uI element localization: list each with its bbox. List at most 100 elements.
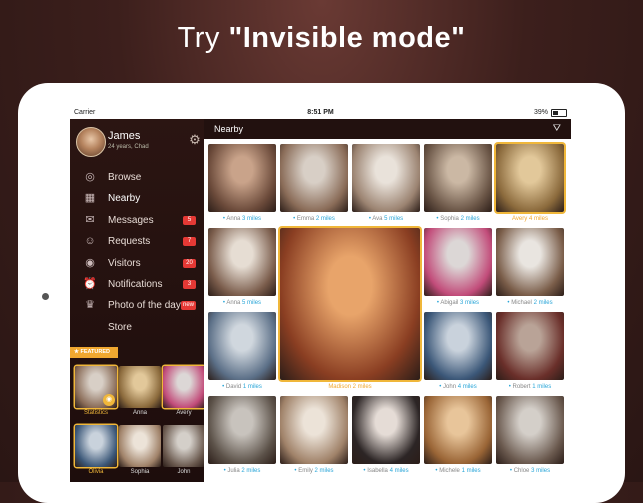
profile-photo[interactable]: [208, 228, 276, 296]
profile-photo[interactable]: [424, 396, 492, 464]
profile-photo[interactable]: [352, 396, 420, 464]
profile-header[interactable]: James 24 years, Chad ⚙: [76, 127, 202, 157]
count-badge: new: [180, 301, 196, 311]
featured-photo[interactable]: [119, 366, 161, 408]
person-distance: 2 miles: [314, 468, 334, 474]
sidebar-item-notifications[interactable]: ⏰ Notifications 3: [70, 274, 204, 295]
sidebar-item-label: Requests: [108, 236, 151, 248]
sidebar-item-label: Visitors: [108, 257, 141, 269]
person-distance: 4 miles: [389, 468, 409, 474]
profile-caption: • Emily 2 miles: [280, 468, 348, 474]
person-distance: 2 miles: [241, 468, 261, 474]
person-name: John: [443, 384, 457, 390]
count-badge: 7: [183, 237, 196, 247]
person-distance: 5 miles: [384, 216, 404, 222]
sidebar-item-requests[interactable]: ☺ Requests 7: [70, 231, 204, 252]
featured-photo[interactable]: ◉: [75, 366, 117, 408]
person-name: Isabella: [367, 468, 388, 474]
profile-photo[interactable]: [208, 144, 276, 212]
person-name: David: [225, 384, 242, 390]
sidebar-item-messages[interactable]: ✉ Messages 5: [70, 210, 204, 231]
sidebar-item-label: Messages: [108, 214, 154, 226]
add-user-icon: ☺: [84, 235, 96, 248]
person-distance: 3 miles: [531, 468, 551, 474]
status-bar: Carrier 8:51 PM 39%: [70, 107, 571, 119]
person-name: Emily: [298, 468, 313, 474]
featured-name: Avery: [176, 410, 192, 416]
profile-photo[interactable]: [280, 228, 420, 380]
featured-photo[interactable]: [163, 425, 205, 467]
gear-icon[interactable]: ⚙: [188, 133, 202, 147]
person-distance: 1 miles: [532, 384, 552, 390]
profile-photo[interactable]: [280, 396, 348, 464]
featured-name: Sophia: [130, 469, 150, 475]
featured-photo[interactable]: [119, 425, 161, 467]
profile-caption: • Ava 5 miles: [352, 216, 420, 222]
sidebar-item-label: Nearby: [108, 193, 141, 205]
profile-caption: • Emma 2 miles: [280, 216, 348, 222]
profile-caption: Madison 2 miles: [316, 384, 384, 390]
person-distance: 3 miles: [242, 216, 262, 222]
profile-photo[interactable]: [424, 228, 492, 296]
person-distance: 1 miles: [242, 384, 262, 390]
featured-name: Statistics: [83, 410, 108, 416]
profile-photo[interactable]: [424, 144, 492, 212]
filter-icon[interactable]: ⛛: [553, 119, 561, 139]
app-screen: Carrier 8:51 PM 39% James 24 years, Chad…: [70, 107, 571, 482]
person-distance: 2 miles: [315, 216, 335, 222]
sidebar-item-visitors[interactable]: ◉ Visitors 20: [70, 253, 204, 274]
grid-icon: ▦: [84, 192, 96, 205]
sidebar: James 24 years, Chad ⚙ ◎ Browse ▦ Nearby ✉ Me…: [70, 119, 205, 482]
person-name: Abigail: [440, 300, 459, 306]
profile-caption: • David 1 miles: [208, 384, 276, 390]
profile-photo[interactable]: [208, 396, 276, 464]
sidebar-item-label: Browse: [108, 172, 142, 183]
clock: 8:51 PM: [307, 109, 334, 116]
person-name: Sophia: [440, 216, 459, 222]
chat-icon: ✉: [85, 213, 95, 226]
avatar[interactable]: [76, 127, 106, 157]
profile-photo[interactable]: [352, 144, 420, 212]
profile-photo[interactable]: [496, 396, 564, 464]
profile-photo[interactable]: [496, 312, 564, 380]
featured-photo[interactable]: [163, 366, 205, 408]
profile-photo[interactable]: [208, 312, 276, 380]
headline: Try "Invisible mode": [0, 22, 643, 55]
count-badge: 3: [183, 279, 196, 289]
sidebar-item-nearby[interactable]: ▦ Nearby: [70, 188, 204, 209]
profile-caption: • Chloe 3 miles: [496, 468, 564, 474]
profile-photo[interactable]: [496, 228, 564, 296]
profile-photo[interactable]: [496, 144, 564, 212]
profile-name: James: [108, 130, 141, 142]
person-distance: 2 miles: [352, 384, 372, 390]
person-distance: 4 miles: [528, 216, 548, 222]
sidebar-item-photo-of-the-day[interactable]: ♛ Photo of the day new: [70, 295, 204, 316]
person-distance: 3 miles: [460, 300, 480, 306]
person-name: Michael: [511, 300, 532, 306]
profile-photo[interactable]: [280, 144, 348, 212]
featured-photo[interactable]: [75, 425, 117, 467]
featured-tag-label: FEATURED: [80, 349, 111, 355]
profile-caption: • Michele 1 miles: [424, 468, 492, 474]
person-distance: 2 miles: [460, 216, 480, 222]
sidebar-menu: ◎ Browse ▦ Nearby ✉ Messages 5 ☺ Requests 7 ◉ Visit…: [70, 167, 204, 338]
eye-icon: ◉: [85, 256, 95, 269]
count-badge: 20: [183, 258, 196, 268]
trophy-icon: ♛: [85, 299, 95, 312]
sidebar-item-store[interactable]: Store: [70, 317, 204, 338]
profile-subtitle: 24 years, Chad: [108, 144, 149, 150]
main-header: Nearby ⛛: [204, 119, 571, 139]
person-name: Ava: [372, 216, 383, 222]
profile-caption: • Sophia 2 miles: [424, 216, 492, 222]
battery-icon: [551, 109, 567, 117]
sidebar-item-browse[interactable]: ◎ Browse: [70, 167, 204, 188]
profile-caption: • Abigail 3 miles: [424, 300, 492, 306]
alarm-icon: ⏰: [83, 277, 97, 290]
person-name: Chloe: [513, 468, 530, 474]
eye-icon[interactable]: ◉: [103, 394, 115, 406]
headline-prefix: Try: [177, 22, 229, 54]
profile-photo[interactable]: [424, 312, 492, 380]
profile-caption: • Julia 2 miles: [208, 468, 276, 474]
page-title: Nearby: [214, 124, 244, 134]
profile-caption: • John 4 miles: [424, 384, 492, 390]
